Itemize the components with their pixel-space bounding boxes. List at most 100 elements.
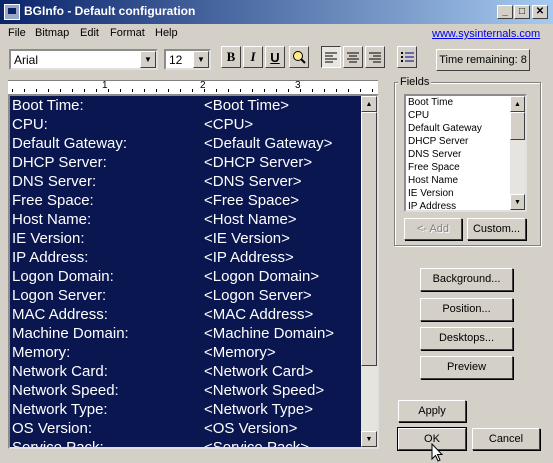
title-bar[interactable]: BGInfo - Default configuration _ □ ✕ — [0, 0, 553, 24]
font-name-combo[interactable]: Arial ▼ — [9, 49, 158, 70]
fields-label: Fields — [398, 76, 432, 88]
mouse-cursor-icon — [431, 443, 444, 462]
custom-field-button[interactable]: Custom... — [467, 218, 526, 240]
preview-button[interactable]: Preview — [420, 356, 513, 379]
menu-file[interactable]: File — [8, 27, 26, 39]
scroll-thumb[interactable] — [361, 112, 377, 366]
ruler-tick — [348, 89, 349, 92]
ruler-tick — [192, 89, 193, 92]
align-center-icon — [347, 52, 359, 62]
ruler-tick — [300, 89, 301, 92]
fields-list-item[interactable]: Default Gateway — [408, 123, 482, 134]
field-token: <DNS Server> — [204, 173, 302, 190]
menu-format[interactable]: Format — [110, 27, 145, 39]
menu-help[interactable]: Help — [155, 27, 178, 39]
ruler-tick — [360, 89, 361, 92]
font-size-combo[interactable]: 12 ▼ — [164, 49, 211, 70]
scroll-up-button[interactable]: ▲ — [510, 96, 525, 112]
field-label: Logon Domain: — [12, 268, 114, 285]
field-token: <Default Gateway> — [204, 135, 333, 152]
field-token: <Memory> — [204, 344, 276, 361]
app-icon[interactable] — [4, 4, 20, 20]
apply-button[interactable]: Apply — [398, 400, 466, 422]
menu-edit[interactable]: Edit — [80, 27, 99, 39]
bullet-list-icon — [400, 52, 414, 62]
align-center-button[interactable] — [343, 46, 363, 68]
font-dialog-button[interactable] — [289, 46, 309, 68]
fields-list-item[interactable]: CPU — [408, 110, 429, 121]
align-right-button[interactable] — [365, 46, 385, 68]
field-token: <Boot Time> — [204, 97, 290, 114]
underline-button[interactable]: U — [265, 46, 285, 68]
desktops-button[interactable]: Desktops... — [420, 327, 513, 350]
position-button[interactable]: Position... — [420, 298, 513, 321]
scroll-up-button[interactable]: ▲ — [361, 96, 377, 112]
field-token: <IE Version> — [204, 230, 290, 247]
field-token: <CPU> — [204, 116, 254, 133]
sysinternals-link[interactable]: www.sysinternals.com — [432, 28, 540, 40]
time-remaining-button[interactable]: Time remaining: 8 — [436, 49, 530, 71]
fields-list-item[interactable]: Boot Time — [408, 97, 453, 108]
field-label: MAC Address: — [12, 306, 108, 323]
ruler-tick — [324, 89, 325, 92]
ruler-tick — [240, 89, 241, 92]
field-token: <Machine Domain> — [204, 325, 335, 342]
fields-list-item[interactable]: DHCP Server — [408, 136, 468, 147]
maximize-button[interactable]: □ — [514, 5, 530, 19]
field-label: Network Card: — [12, 363, 108, 380]
chevron-down-icon[interactable]: ▼ — [193, 51, 209, 68]
chevron-down-icon[interactable]: ▼ — [140, 51, 156, 68]
field-label: Memory: — [12, 344, 71, 361]
fields-scrollbar[interactable]: ▲ ▼ — [510, 96, 525, 210]
scroll-down-button[interactable]: ▼ — [361, 431, 377, 447]
scroll-thumb[interactable] — [510, 112, 525, 140]
field-label: Boot Time: — [12, 97, 84, 114]
bold-button[interactable]: B — [221, 46, 241, 68]
ruler-tick — [108, 89, 109, 92]
add-field-button[interactable]: <- Add — [404, 218, 462, 240]
ruler-tick — [60, 89, 61, 92]
ruler-tick — [336, 89, 337, 92]
field-token: <Service Pack> — [204, 439, 310, 449]
fields-list-item[interactable]: IE Version — [408, 188, 454, 199]
field-label: Default Gateway: — [12, 135, 128, 152]
cancel-button[interactable]: Cancel — [472, 428, 540, 450]
field-label: Network Speed: — [12, 382, 119, 399]
italic-button[interactable]: I — [243, 46, 263, 68]
ruler-tick — [48, 89, 49, 92]
editor-scrollbar[interactable]: ▲ ▼ — [361, 96, 377, 447]
ruler-tick — [180, 89, 181, 92]
fields-list-item[interactable]: IP Address — [408, 201, 456, 210]
fields-list-item[interactable]: Host Name — [408, 175, 458, 186]
ruler-tick — [168, 89, 169, 92]
ruler-tick — [24, 89, 25, 92]
ruler-tick — [132, 89, 133, 92]
field-token: <Logon Server> — [204, 287, 312, 304]
ruler-mark: 1 — [102, 80, 108, 91]
ruler: 1 2 3 — [8, 80, 378, 95]
close-button[interactable]: ✕ — [532, 5, 548, 19]
fields-list-item[interactable]: DNS Server — [408, 149, 461, 160]
field-label: DNS Server: — [12, 173, 97, 190]
field-token: <DHCP Server> — [204, 154, 313, 171]
ruler-tick — [276, 89, 277, 92]
field-token: <OS Version> — [204, 420, 298, 437]
info-editor[interactable]: Boot Time: <Boot Time> CPU: <CPU> Default Ga… — [8, 94, 379, 449]
ruler-tick — [216, 89, 217, 92]
align-right-icon — [369, 52, 381, 62]
ruler-tick — [72, 89, 73, 92]
fields-list[interactable]: Boot Time CPU Default Gateway DHCP Server DN… — [404, 94, 527, 212]
background-button[interactable]: Background... — [420, 268, 513, 291]
bullets-button[interactable] — [397, 46, 417, 68]
bginfo-window: BGInfo - Default configuration _ □ ✕ Fil… — [0, 0, 553, 463]
field-label: IP Address: — [12, 249, 89, 266]
ruler-tick — [120, 89, 121, 92]
align-left-button[interactable] — [321, 46, 341, 68]
scroll-down-button[interactable]: ▼ — [510, 194, 525, 210]
ruler-tick — [288, 89, 289, 92]
fields-list-item[interactable]: Free Space — [408, 162, 460, 173]
field-label: CPU: — [12, 116, 48, 133]
field-token: <MAC Address> — [204, 306, 314, 323]
menu-bitmap[interactable]: Bitmap — [35, 27, 69, 39]
minimize-button[interactable]: _ — [497, 5, 513, 19]
